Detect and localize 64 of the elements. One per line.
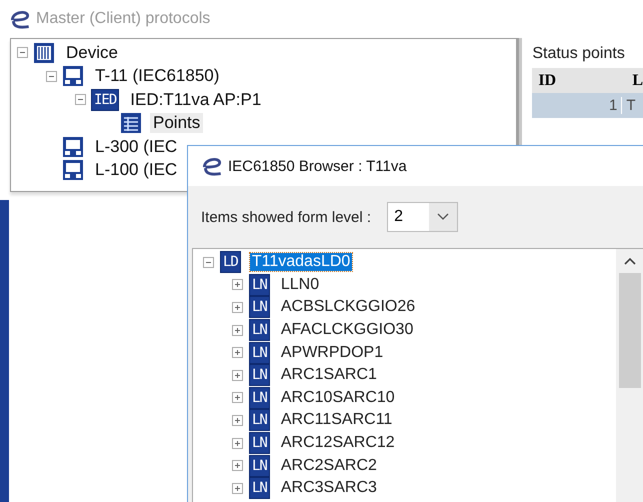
device-rack-icon xyxy=(33,42,55,64)
expand-toggle-icon[interactable] xyxy=(232,392,243,404)
ln-icon: LN xyxy=(249,409,270,432)
scrollbar-thumb[interactable] xyxy=(619,273,641,388)
tree-item[interactable]: IED:T11va AP:P1 xyxy=(127,90,264,110)
network-icon xyxy=(62,159,84,182)
expand-toggle-icon[interactable] xyxy=(232,324,243,336)
tree-item[interactable]: ARC10SARC10 xyxy=(278,388,397,407)
expand-toggle-icon[interactable] xyxy=(232,347,243,358)
expand-toggle-icon[interactable] xyxy=(232,482,243,494)
tree-item[interactable]: T11vadasLD0 xyxy=(250,253,352,272)
window-title: Master (Client) protocols xyxy=(36,10,210,28)
tree-item[interactable]: APWRPDOP1 xyxy=(278,344,386,362)
panel-title: Status points xyxy=(532,44,626,64)
ln-icon: LN xyxy=(249,319,270,342)
expand-toggle-icon[interactable] xyxy=(232,414,243,426)
ln-icon: LN xyxy=(249,296,270,318)
column-header[interactable]: ID xyxy=(532,72,628,90)
expand-toggle-icon[interactable] xyxy=(232,302,243,313)
collapse-toggle-icon[interactable] xyxy=(75,94,86,106)
tree-item[interactable]: ARC1SARC1 xyxy=(278,366,379,384)
ln-icon: LN xyxy=(249,342,270,364)
tree-item[interactable]: ACBSLCKGGIO26 xyxy=(278,298,418,316)
network-icon xyxy=(62,65,84,88)
collapse-toggle-icon[interactable] xyxy=(203,256,214,268)
level-label: Items showed form level : xyxy=(201,208,372,226)
collapse-toggle-icon[interactable] xyxy=(17,47,28,58)
tree-item[interactable]: L-100 (IEC xyxy=(92,160,180,180)
ln-icon: LN xyxy=(249,432,270,454)
tree-item[interactable]: ARC11SARC11 xyxy=(278,411,394,430)
column-header[interactable]: L xyxy=(628,72,643,90)
tree-item[interactable]: L-300 (IEC xyxy=(92,136,180,157)
tree-item[interactable]: ARC12SARC12 xyxy=(278,434,397,452)
ld-icon: LD xyxy=(220,251,241,274)
ln-icon: LN xyxy=(249,274,270,296)
dialog-title: IEC61850 Browser : T11va xyxy=(228,158,407,174)
app-logo-icon xyxy=(200,155,224,177)
tree-item[interactable]: LLN0 xyxy=(278,276,322,294)
ied-icon: IED xyxy=(91,88,120,111)
tree-item[interactable]: AFACLCKGGIO30 xyxy=(278,321,416,340)
ln-icon: LN xyxy=(249,477,270,500)
level-dropdown[interactable]: 2 xyxy=(387,202,458,232)
expand-toggle-icon[interactable] xyxy=(232,460,243,472)
ln-icon: LN xyxy=(249,454,270,477)
expand-toggle-icon[interactable] xyxy=(232,279,243,290)
collapse-toggle-icon[interactable] xyxy=(46,70,57,82)
table-cell: 1 xyxy=(532,97,622,114)
table-cell-text: T xyxy=(625,97,636,114)
table-icon xyxy=(120,112,142,134)
tree-item[interactable]: ARC2SARC2 xyxy=(278,456,379,475)
tree-item[interactable]: ARC3SARC3 xyxy=(278,479,379,498)
tree-item[interactable]: Points xyxy=(150,113,204,134)
app-logo-icon xyxy=(8,8,32,30)
ln-icon: LN xyxy=(249,364,270,386)
expand-toggle-icon[interactable] xyxy=(232,438,243,449)
scroll-up-icon[interactable] xyxy=(624,257,636,265)
tree-item[interactable]: T-11 (IEC61850) xyxy=(92,66,222,86)
vertical-scrollbar[interactable] xyxy=(616,249,643,502)
tree-item[interactable]: Device xyxy=(63,42,121,63)
expand-toggle-icon[interactable] xyxy=(232,370,243,381)
table-row[interactable]: 1 T xyxy=(532,93,643,118)
network-icon xyxy=(62,136,84,158)
ln-icon: LN xyxy=(249,386,270,409)
chevron-down-icon xyxy=(437,213,450,221)
